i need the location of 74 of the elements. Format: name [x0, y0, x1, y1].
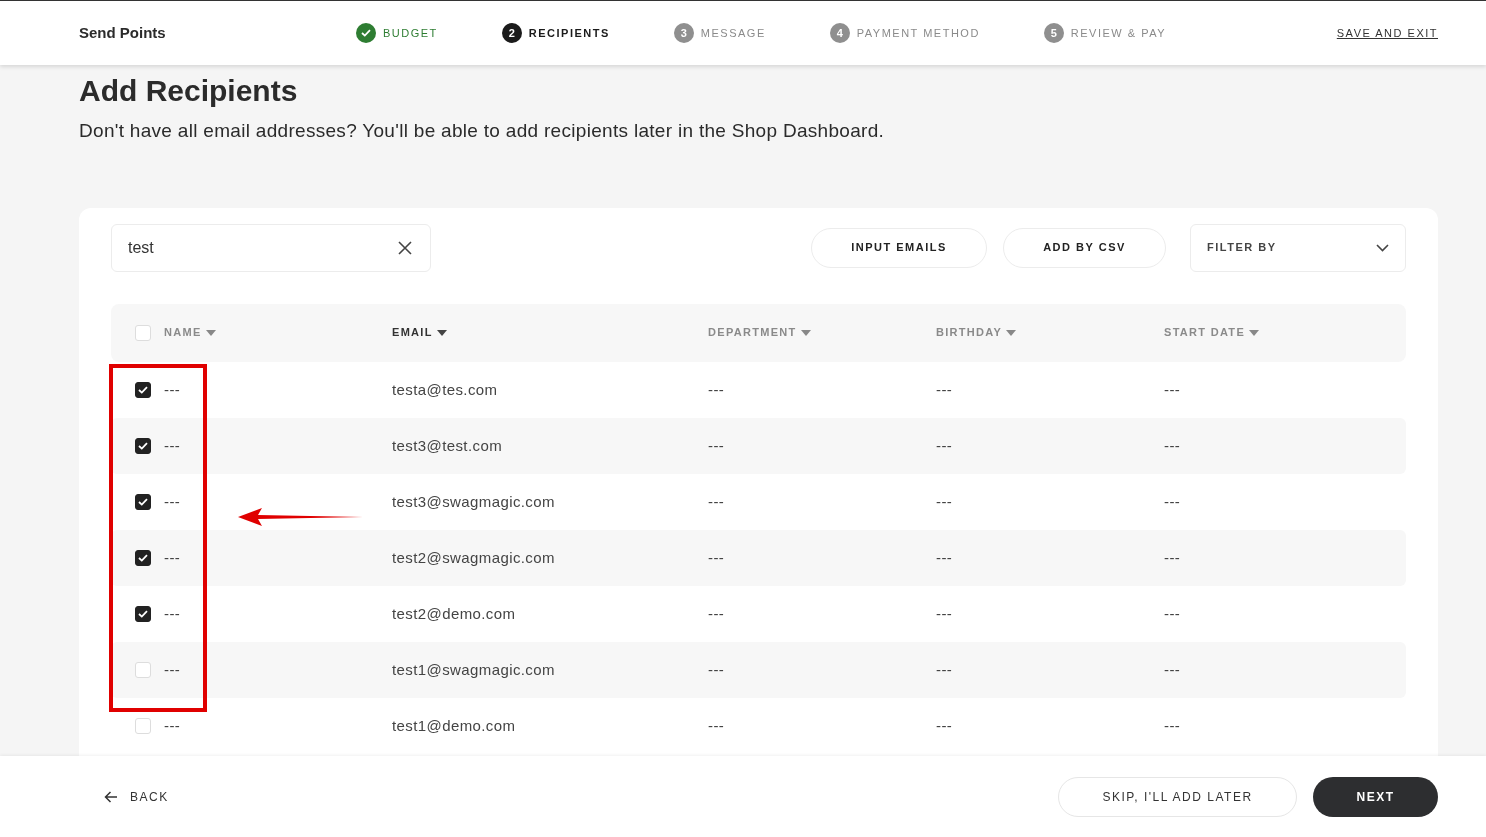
- table-cell: ---: [164, 660, 181, 678]
- table-cell: ---: [164, 492, 181, 510]
- checkbox[interactable]: [135, 605, 151, 622]
- checkmark-icon: [138, 609, 148, 618]
- table-cell: ---: [936, 436, 953, 454]
- table-cell: ---: [1164, 604, 1181, 622]
- sort-caret-icon: [205, 329, 216, 336]
- checkbox[interactable]: [135, 493, 151, 510]
- step-number: 3: [673, 23, 694, 43]
- table-cell: testa@tes.com: [392, 380, 498, 398]
- table-cell: test1@swagmagic.com: [392, 660, 555, 678]
- table-cell: ---: [708, 492, 725, 510]
- sort-caret-icon: [436, 329, 447, 336]
- save-and-exit-link[interactable]: SAVE AND EXIT: [1336, 24, 1438, 42]
- table-cell: ---: [1164, 492, 1181, 510]
- step-tab[interactable]: 3 MESSAGE: [673, 23, 766, 43]
- step-tab[interactable]: 2 RECIPIENTS: [501, 23, 610, 43]
- checkmark-icon: [138, 385, 148, 394]
- table-cell: ---: [936, 660, 953, 678]
- table-cell: ---: [936, 492, 953, 510]
- search-field[interactable]: test: [111, 223, 431, 272]
- table-cell: test3@swagmagic.com: [392, 492, 555, 510]
- back-button[interactable]: BACK: [104, 787, 169, 806]
- checkmark-icon: [138, 553, 148, 562]
- clear-icon[interactable]: [398, 240, 412, 255]
- skip-button[interactable]: SKIP, I'LL ADD LATER: [1058, 776, 1297, 817]
- table-cell: ---: [1164, 436, 1181, 454]
- table-cell: test2@demo.com: [392, 604, 516, 622]
- table-cell: ---: [708, 604, 725, 622]
- checkbox[interactable]: [135, 437, 151, 454]
- table-cell: ---: [1164, 716, 1181, 734]
- table-cell: ---: [936, 716, 953, 734]
- chevron-down-icon: [1376, 243, 1389, 252]
- table-cell: ---: [164, 436, 181, 454]
- page-subtitle: Don't have all email addresses? You'll be able to add recipients later in the Shop Dashboard.: [79, 119, 886, 143]
- checkmark-icon: [138, 441, 148, 450]
- sort-caret-icon: [1006, 329, 1017, 336]
- table-cell: ---: [936, 380, 953, 398]
- table-cell: ---: [936, 548, 953, 566]
- app-title: Send Points: [79, 22, 167, 43]
- step-number: 4: [829, 23, 850, 43]
- sort-caret-icon: [800, 329, 811, 336]
- table-cell: ---: [1164, 660, 1181, 678]
- filter-dropdown[interactable]: FILTER BY: [1190, 223, 1406, 272]
- table-cell: ---: [164, 548, 181, 566]
- table-cell: ---: [708, 660, 725, 678]
- next-button[interactable]: NEXT: [1313, 776, 1438, 817]
- table-cell: ---: [708, 548, 725, 566]
- sort-caret-icon: [1249, 329, 1260, 336]
- step-number: 5: [1043, 23, 1064, 43]
- table-cell: test2@swagmagic.com: [392, 548, 555, 566]
- table-cell: test3@test.com: [392, 436, 503, 454]
- step-tab[interactable]: 5 REVIEW & PAY: [1043, 23, 1167, 43]
- action-button[interactable]: ADD BY CSV: [1003, 227, 1166, 268]
- step-tab[interactable]: 4 PAYMENT METHOD: [829, 23, 980, 43]
- step-number: 2: [501, 23, 522, 43]
- column-header[interactable]: EMAIL: [392, 324, 708, 341]
- table-cell: ---: [1164, 548, 1181, 566]
- arrow-left-icon: [104, 790, 118, 803]
- step-tab[interactable]: BUDGET: [356, 23, 438, 43]
- checkbox[interactable]: [135, 381, 151, 398]
- page-title: Add Recipients: [79, 73, 299, 109]
- table-cell: ---: [708, 716, 725, 734]
- table-cell: ---: [164, 604, 181, 622]
- action-button[interactable]: INPUT EMAILS: [811, 227, 987, 268]
- checkmark-icon: [138, 497, 148, 506]
- table-cell: ---: [1164, 380, 1181, 398]
- checkbox[interactable]: [135, 549, 151, 566]
- table-cell: ---: [164, 380, 181, 398]
- table-cell: ---: [164, 716, 181, 734]
- table-cell: ---: [708, 436, 725, 454]
- table-cell: ---: [936, 604, 953, 622]
- table-cell: test1@demo.com: [392, 716, 516, 734]
- table-cell: ---: [708, 380, 725, 398]
